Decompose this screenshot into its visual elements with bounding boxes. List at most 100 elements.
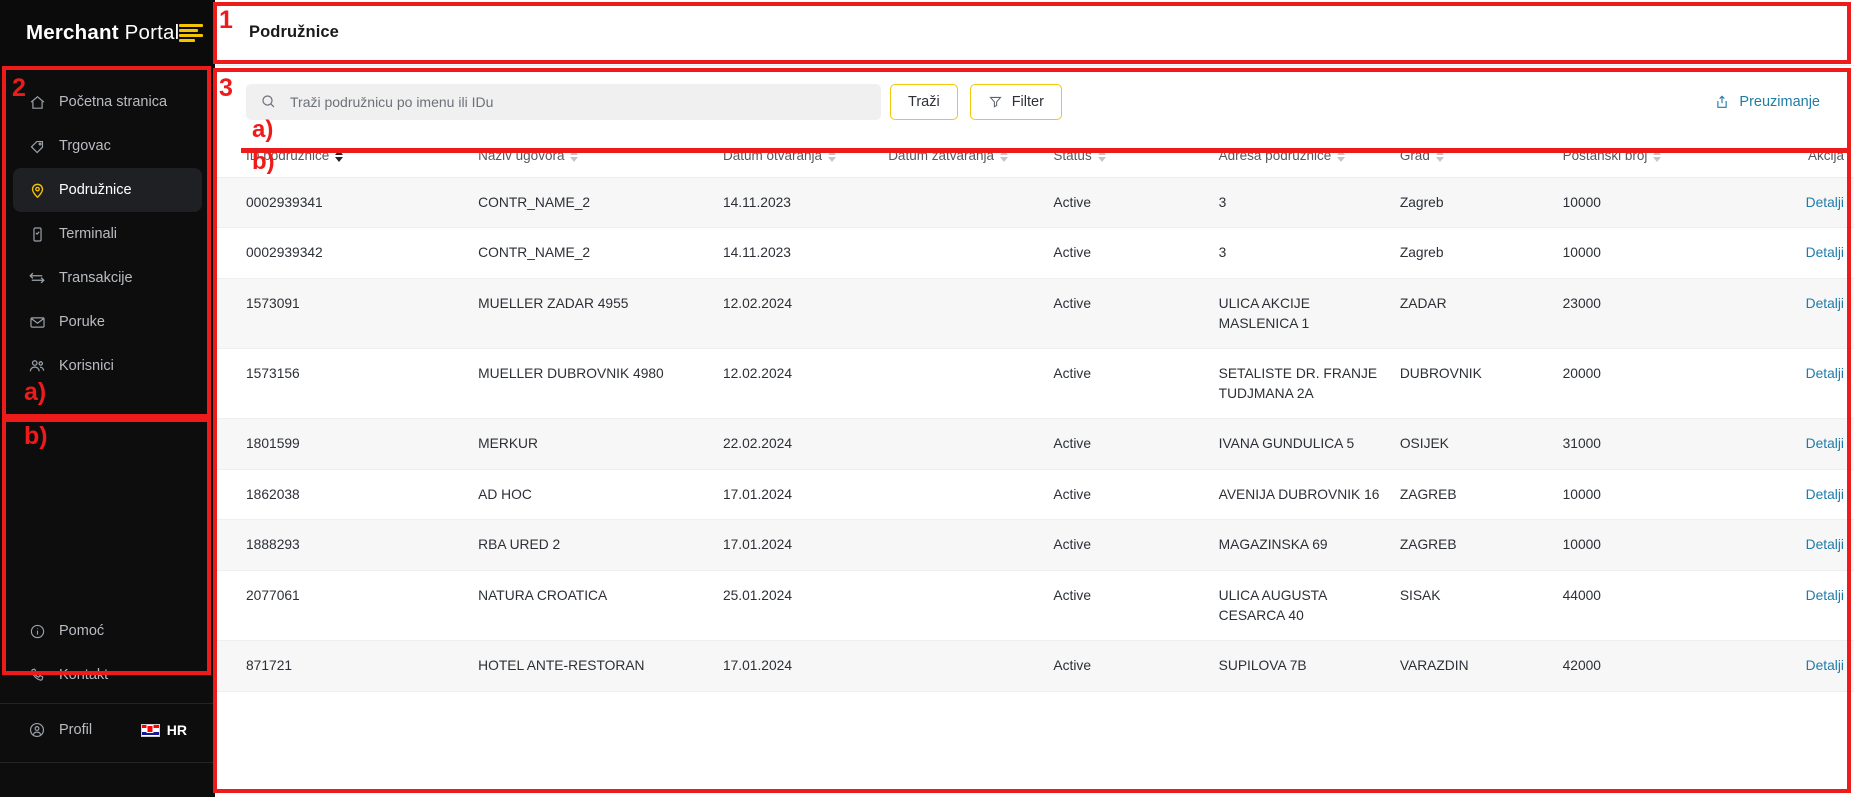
cell-close-date xyxy=(888,469,1054,521)
sort-up-arrow xyxy=(1653,150,1662,155)
sidebar-item-korisnici[interactable]: Korisnici xyxy=(13,344,202,388)
sidebar-item-podruznice[interactable]: Podružnice xyxy=(13,168,202,212)
cell-zip: 31000 xyxy=(1562,418,1734,470)
sidebar-primary-nav: Početna stranica Trgovac Podružnice Term… xyxy=(0,66,215,388)
sort-toggle-icon[interactable] xyxy=(1653,150,1662,162)
column-header-datum-zatvaranja[interactable]: Datum zatvaranja xyxy=(888,137,1054,178)
cell-close-date xyxy=(888,348,1054,420)
table-row[interactable]: 1801599 MERKUR 22.02.2024 Active IVANA GUNDU… xyxy=(215,418,1854,470)
cell-city: SISAK xyxy=(1399,570,1563,642)
column-label: Akcija xyxy=(1807,148,1844,163)
cell-city: DUBROVNIK xyxy=(1399,348,1563,420)
sort-up-arrow xyxy=(1097,150,1106,155)
cell-zip: 10000 xyxy=(1562,519,1734,572)
sidebar-item-label: Pomoć xyxy=(59,622,105,639)
details-link[interactable]: Detalji xyxy=(1806,537,1844,552)
sidebar-item-terminali[interactable]: Terminali xyxy=(13,212,202,256)
filter-button[interactable]: Filter xyxy=(969,83,1062,120)
column-header-datum-otvaranja[interactable]: Datum otvaranja xyxy=(722,137,889,178)
details-link[interactable]: Detalji xyxy=(1806,245,1844,260)
cell-action: Detalji xyxy=(1733,278,1854,350)
sort-up-arrow xyxy=(335,150,344,155)
sidebar-item-label: Početna stranica xyxy=(59,93,168,110)
cell-contract: AD HOC xyxy=(478,469,723,521)
table-row[interactable]: 1862038 AD HOC 17.01.2024 Active AVENIJA DUB… xyxy=(215,469,1854,521)
sort-toggle-icon[interactable] xyxy=(570,150,579,162)
cell-address: 3 xyxy=(1218,177,1400,229)
details-link[interactable]: Detalji xyxy=(1806,436,1844,451)
cell-status: Active xyxy=(1053,519,1219,572)
sidebar-item-trgovac[interactable]: Trgovac xyxy=(13,124,202,168)
cell-action: Detalji xyxy=(1733,418,1854,470)
sort-up-arrow xyxy=(570,150,579,155)
column-header-adresa-podruznice[interactable]: Adresa podružnice xyxy=(1218,137,1400,178)
cell-close-date xyxy=(888,570,1054,642)
cell-id: 2077061 xyxy=(215,570,479,642)
sidebar-item-poruke[interactable]: Poruke xyxy=(13,300,202,344)
sort-toggle-icon[interactable] xyxy=(1097,150,1106,162)
table-row[interactable]: 1573156 MUELLER DUBROVNIK 4980 12.02.2024 A… xyxy=(215,348,1854,420)
table-row[interactable]: 871721 HOTEL ANTE-RESTORAN 17.01.2024 Activ… xyxy=(215,640,1854,692)
table-row[interactable]: 2077061 NATURA CROATICA 25.01.2024 Active UL… xyxy=(215,570,1854,642)
cell-open-date: 17.01.2024 xyxy=(722,640,889,692)
search-input[interactable] xyxy=(288,83,867,120)
table-head: ID podružnice Naziv ugovora Datum otvara… xyxy=(215,137,1854,178)
filter-funnel-icon xyxy=(988,94,1003,109)
cell-open-date: 17.01.2024 xyxy=(722,469,889,521)
language-switcher[interactable]: HR xyxy=(140,722,187,738)
details-link[interactable]: Detalji xyxy=(1806,588,1844,603)
download-button[interactable]: Preuzimanje xyxy=(1714,94,1820,110)
cell-zip: 44000 xyxy=(1562,570,1734,642)
cell-city: ZADAR xyxy=(1399,278,1563,350)
table-row[interactable]: 0002939341 CONTR_NAME_2 14.11.2023 Active 3 Z… xyxy=(215,177,1854,229)
sort-toggle-icon[interactable] xyxy=(1000,150,1008,162)
column-header-postanski-broj[interactable]: Poštanski broj xyxy=(1562,137,1734,178)
cell-contract: MERKUR xyxy=(478,418,723,470)
cell-address: MAGAZINSKA 69 xyxy=(1218,519,1400,572)
sort-toggle-icon[interactable] xyxy=(828,150,837,162)
cell-contract: HOTEL ANTE-RESTORAN xyxy=(478,640,723,692)
column-label: Grad xyxy=(1399,148,1430,163)
sort-toggle-icon[interactable] xyxy=(1435,150,1444,162)
column-header-naziv-ugovora[interactable]: Naziv ugovora xyxy=(478,137,723,178)
details-link[interactable]: Detalji xyxy=(1806,487,1844,502)
details-link[interactable]: Detalji xyxy=(1806,366,1844,381)
search-box[interactable] xyxy=(246,83,881,120)
table-row[interactable]: 0002939342 CONTR_NAME_2 14.11.2023 Active 3 Z… xyxy=(215,227,1854,279)
sidebar-item-transakcije[interactable]: Transakcije xyxy=(13,256,202,300)
hamburger-bar xyxy=(179,39,196,42)
hamburger-bar xyxy=(179,29,199,32)
table-row[interactable]: 1888293 RBA URED 2 17.01.2024 Active MAGAZIN… xyxy=(215,519,1854,572)
column-header-id-podruznice[interactable]: ID podružnice xyxy=(215,137,479,178)
sidebar-secondary-nav: Pomoć Kontakt Profil HR xyxy=(0,609,215,797)
sort-toggle-icon[interactable] xyxy=(335,150,344,162)
column-header-grad[interactable]: Grad xyxy=(1399,137,1563,178)
cell-id: 1888293 xyxy=(215,519,479,572)
sort-down-arrow xyxy=(828,157,837,162)
sidebar-item-kontakt[interactable]: Kontakt xyxy=(13,653,202,697)
cell-address: SETALISTE DR. FRANJE TUDJMANA 2A xyxy=(1218,348,1400,420)
hamburger-icon[interactable] xyxy=(179,24,204,42)
sidebar-item-pomoc[interactable]: Pomoć xyxy=(13,609,202,653)
details-link[interactable]: Detalji xyxy=(1806,296,1844,311)
sidebar-item-profil[interactable]: Profil HR xyxy=(13,704,202,756)
column-label: ID podružnice xyxy=(246,148,330,163)
cell-address: AVENIJA DUBROVNIK 16 xyxy=(1218,469,1400,521)
column-header-status[interactable]: Status xyxy=(1053,137,1219,178)
sort-up-arrow xyxy=(1000,150,1008,155)
sort-toggle-icon[interactable] xyxy=(1337,150,1346,162)
search-button[interactable]: Traži xyxy=(890,83,958,120)
page-header: Podružnice xyxy=(215,0,1854,66)
details-link[interactable]: Detalji xyxy=(1806,195,1844,210)
cell-open-date: 14.11.2023 xyxy=(722,227,889,279)
sort-down-arrow xyxy=(1435,157,1444,162)
sidebar-item-pocetna-stranica[interactable]: Početna stranica xyxy=(13,80,202,124)
table-row[interactable]: 1573091 MUELLER ZADAR 4955 12.02.2024 Activ… xyxy=(215,278,1854,350)
sidebar-item-label: Kontakt xyxy=(59,666,109,683)
cell-open-date: 12.02.2024 xyxy=(722,278,889,350)
cell-id: 1801599 xyxy=(215,418,479,470)
details-link[interactable]: Detalji xyxy=(1806,658,1844,673)
table-container[interactable]: ID podružnice Naziv ugovora Datum otvara… xyxy=(215,137,1854,797)
column-label: Datum otvaranja xyxy=(722,148,823,163)
filter-button-label: Filter xyxy=(1011,93,1044,110)
